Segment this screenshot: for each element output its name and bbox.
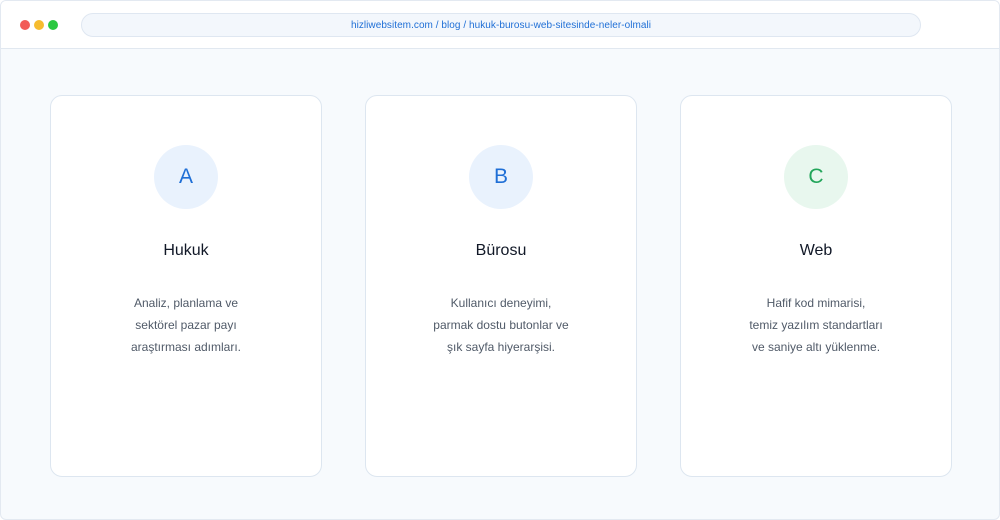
card-description-line: Analiz, planlama ve	[133, 296, 239, 310]
title-bar: hizliwebsitem.com / blog / hukuk-burosu-…	[1, 1, 999, 49]
card-letter-badge: A	[154, 145, 218, 209]
card-description-line: Kullanıcı deneyimi,	[450, 296, 552, 310]
card-description-line: sektörel pazar payı	[135, 318, 237, 332]
card-letter-badge: C	[784, 145, 848, 209]
feature-card-hukuk: A Hukuk Analiz, planlama ve sektörel paz…	[50, 95, 322, 477]
card-description: Analiz, planlama ve sektörel pazar payı …	[51, 292, 321, 358]
card-description-line: Hafif kod mimarisi,	[766, 296, 866, 310]
card-description-line: araştırması adımları.	[130, 340, 242, 354]
card-description-line: şık sayfa hiyerarşisi.	[446, 340, 556, 354]
card-title: Hukuk	[163, 242, 209, 259]
feature-card-web: C Web Hafif kod mimarisi, temiz yazılım …	[680, 95, 952, 477]
card-description-line: ve saniye altı yüklenme.	[751, 340, 881, 354]
url-text: hizliwebsitem.com / blog / hukuk-burosu-…	[350, 19, 652, 31]
card-description-line: temiz yazılım standartları	[749, 318, 883, 332]
card-description: Hafif kod mimarisi, temiz yazılım standa…	[681, 292, 951, 358]
feature-card-burosu: B Bürosu Kullanıcı deneyimi, parmak dost…	[365, 95, 637, 477]
card-description-line: parmak dostu butonlar ve	[433, 318, 569, 332]
maximize-window-button[interactable]	[48, 20, 58, 30]
browser-window: hizliwebsitem.com / blog / hukuk-burosu-…	[0, 0, 1000, 520]
address-bar[interactable]: hizliwebsitem.com / blog / hukuk-burosu-…	[81, 13, 921, 37]
card-title: Web	[799, 242, 833, 259]
card-title: Bürosu	[475, 242, 527, 259]
minimize-window-button[interactable]	[34, 20, 44, 30]
card-grid: A Hukuk Analiz, planlama ve sektörel paz…	[50, 95, 952, 477]
card-description: Kullanıcı deneyimi, parmak dostu butonla…	[366, 292, 636, 358]
card-letter-badge: B	[469, 145, 533, 209]
close-window-button[interactable]	[20, 20, 30, 30]
